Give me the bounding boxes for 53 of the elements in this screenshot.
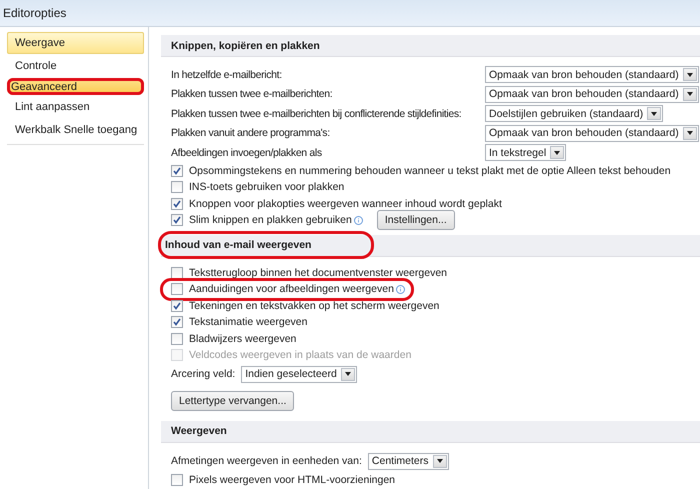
checkbox-label: Tekstanimatie weergeven <box>189 316 308 328</box>
sidebar-item[interactable]: Geavanceerd <box>7 78 144 95</box>
option-label: Arcering veld: <box>171 368 236 380</box>
dropdown[interactable]: Opmaak van bron behouden (standaard) <box>485 124 699 142</box>
window-title: Editoropties <box>0 0 700 26</box>
dropdown-arrow-icon <box>651 112 658 116</box>
dropdown-arrow-icon <box>686 72 693 77</box>
sidebar-item[interactable]: Lint aanpassen <box>7 96 144 118</box>
checkbox-label: Slim knippen en plakken gebruiken <box>189 214 352 226</box>
sidebar-item[interactable]: Weergave <box>7 32 144 54</box>
dropdown[interactable]: Doelstijlen gebruiken (standaard) <box>485 105 664 122</box>
dropdown-arrow-icon <box>686 92 693 96</box>
section-title: Inhoud van e-mail weergeven <box>161 234 372 256</box>
dropdown[interactable]: Opmaak van bron behouden (standaard) <box>485 66 699 84</box>
checkbox-label: Knoppen voor plakopties weergeven wanneer inhoud wordt geplakt <box>189 198 502 210</box>
checkbox[interactable] <box>171 198 183 210</box>
dropdown[interactable]: Opmaak van bron behouden (standaard) <box>485 86 699 103</box>
dropdown-arrow-icon <box>436 459 442 463</box>
checkbox-label: Veldcodes weergeven in plaats van de waarden <box>189 349 412 362</box>
checkbox-label: Pixels weergeven voor HTML-voorzieningen <box>189 474 396 486</box>
sidebar-item[interactable]: Controle <box>7 55 144 77</box>
option-label: Plakken tussen twee e-mailberichten: <box>171 88 334 100</box>
option-label: Plakken vanuit andere programma's: <box>171 127 331 140</box>
dropdown-arrow-icon <box>686 131 693 136</box>
checkbox[interactable] <box>171 332 183 345</box>
dropdown-arrow-icon <box>344 372 351 376</box>
replace-font-button[interactable]: Lettertype vervangen... <box>171 390 294 410</box>
checkbox[interactable] <box>171 181 183 194</box>
dropdown[interactable]: Centimeters <box>368 452 448 470</box>
settings-button[interactable]: Instellingen... <box>376 210 455 230</box>
checkbox-label: Tekstterugloop binnen het documentvenster weergeven <box>189 266 447 279</box>
checkbox-label: INS-toets gebruiken voor plakken <box>189 181 344 194</box>
sidebar-item[interactable]: Werkbalk Snelle toegang <box>7 119 144 141</box>
option-label: In hetzelfde e-mailbericht: <box>171 68 283 81</box>
checkbox-label: Tekeningen en tekstvakken op het scherm weergeven <box>189 300 440 312</box>
dropdown[interactable]: Indien geselecteerd <box>241 366 357 382</box>
checkbox-label: Opsommingstekens en nummering behouden wanneer u tekst plakt met de optie Alleen tekst behouden <box>189 164 671 177</box>
checkbox[interactable] <box>171 266 183 279</box>
checkbox-label: Bladwijzers weergeven <box>189 332 296 345</box>
section-title: Weergeven <box>170 424 228 439</box>
checkbox[interactable] <box>171 214 183 226</box>
dropdown-arrow-icon <box>554 150 560 155</box>
checkbox[interactable] <box>171 164 183 177</box>
option-label: Afbeeldingen invoegen/plakken als <box>171 146 323 159</box>
checkbox[interactable] <box>171 316 183 328</box>
checkbox[interactable] <box>171 474 183 486</box>
option-label: Afmetingen weergeven in eenheden van: <box>171 455 362 467</box>
checkbox[interactable] <box>171 283 183 296</box>
checkbox-label: Aanduidingen voor afbeeldingen weergeven <box>189 283 394 296</box>
dropdown[interactable]: In tekstregel <box>485 144 566 162</box>
option-label: Plakken tussen twee e-mailberichten bij conflicterende stijldefinities: <box>171 108 462 120</box>
section-title: Knippen, kopiëren en plakken <box>170 38 321 54</box>
checkbox[interactable] <box>171 300 183 312</box>
